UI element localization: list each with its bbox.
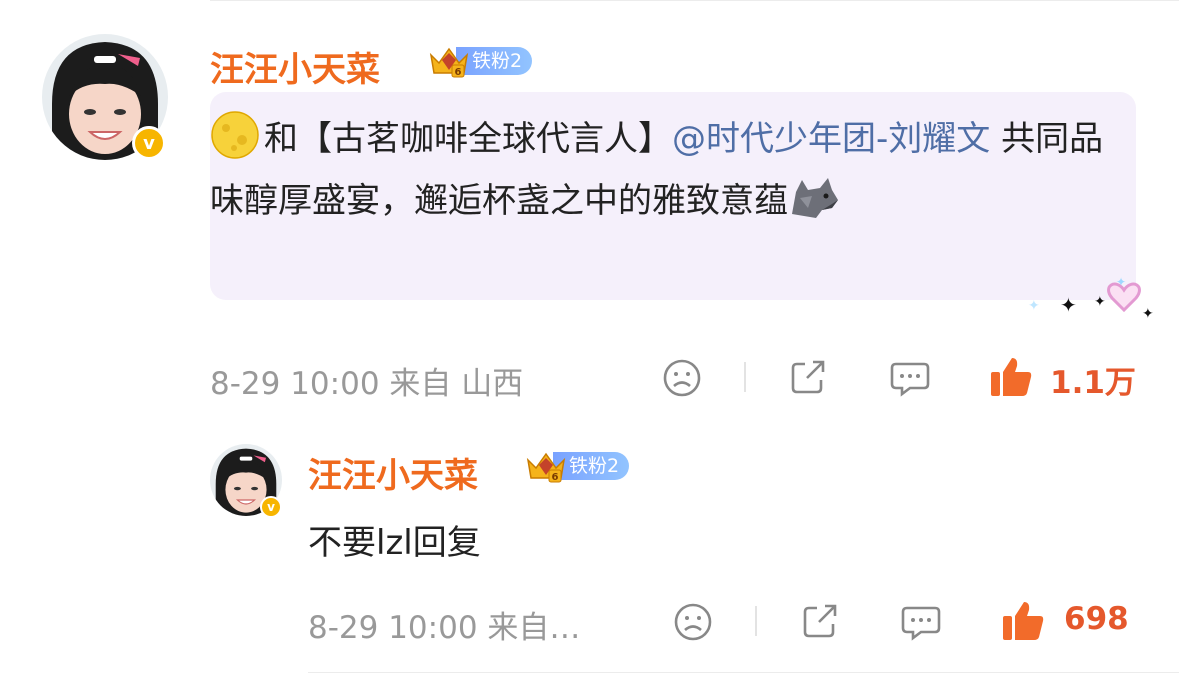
comment-text-before: 和【古茗咖啡全球代言人】 <box>264 119 672 159</box>
svg-text:✦: ✦ <box>1116 275 1126 289</box>
thumbs-up-icon[interactable] <box>988 354 1034 400</box>
comment-username[interactable]: 汪汪小天菜 <box>210 42 380 91</box>
reply-verified-badge-icon: v <box>260 496 282 518</box>
svg-text:6: 6 <box>552 472 559 483</box>
moon-emoji <box>211 111 259 159</box>
crown-icon: 6 <box>429 47 469 78</box>
avatar[interactable]: v <box>42 34 168 160</box>
mention-link[interactable]: @时代少年团-刘耀文 <box>672 119 990 159</box>
comment-text: 和【古茗咖啡全球代言人】@时代少年团-刘耀文 共同品味醇厚盛宴，邂逅杯盏之中的雅… <box>210 108 1130 232</box>
dislike-face-icon[interactable] <box>661 357 703 399</box>
reply-text: 不要lzl回复 <box>308 523 481 563</box>
comment-meta: 8-29 10:00 来自 山西 <box>210 366 524 402</box>
heart-decoration-icon: ✦ ✦ ✦ ✦ ✦ <box>1028 275 1154 320</box>
reply-fan-badge[interactable]: 6 铁粉2 <box>525 451 630 483</box>
reply-comment-icon[interactable] <box>899 600 943 644</box>
svg-text:✦: ✦ <box>1142 306 1154 320</box>
reply-share-icon[interactable] <box>799 600 841 642</box>
share-icon[interactable] <box>787 356 829 398</box>
svg-text:6: 6 <box>455 67 462 78</box>
fan-badge[interactable]: 6 铁粉2 <box>428 46 533 78</box>
svg-text:✦: ✦ <box>1060 293 1077 317</box>
reply-action-divider <box>755 606 757 636</box>
comment-icon[interactable] <box>888 356 932 400</box>
svg-text:✦: ✦ <box>1094 294 1106 310</box>
comment-like-count: 1.1万 <box>1050 365 1136 401</box>
reply-crown-icon: 6 <box>526 452 566 483</box>
reply-avatar[interactable]: v <box>210 444 282 518</box>
reply-dislike-face-icon[interactable] <box>672 601 714 643</box>
action-divider <box>744 362 746 392</box>
reply-meta: 8-29 10:00 来自… <box>308 610 581 646</box>
svg-text:✦: ✦ <box>1028 298 1040 314</box>
reply-username[interactable]: 汪汪小天菜 <box>308 448 478 497</box>
reply-thumbs-up-icon[interactable] <box>1000 598 1046 644</box>
verified-badge-icon: v <box>132 126 166 160</box>
bottom-divider <box>308 672 1179 673</box>
reply-like-count: 698 <box>1064 601 1129 637</box>
wolf-emoji <box>792 178 838 218</box>
top-divider <box>210 0 1179 1</box>
